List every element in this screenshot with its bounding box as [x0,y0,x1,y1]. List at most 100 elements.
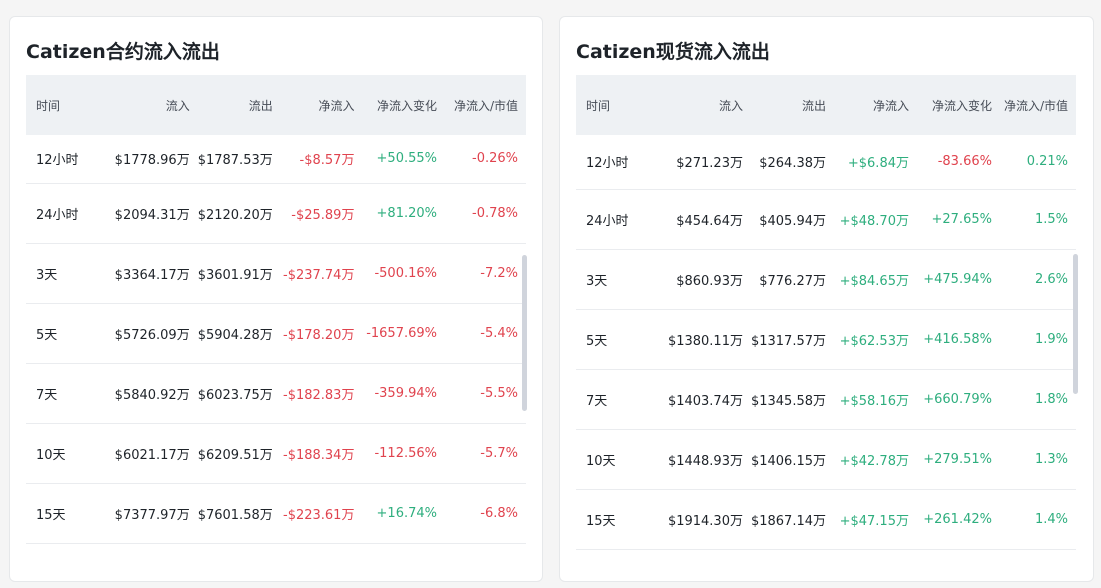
cell-outflow: $3601.91万 [197,243,281,304]
cell-netflow: -$188.34万 [280,423,363,484]
table-row: 7天 $5840.92万 $6023.75万 -$182.83万 -359.94… [26,363,526,424]
header-netflow: 净流入 [872,98,909,113]
cell-time: 3天 [26,243,101,304]
cell-inflow: $454.64万 [651,189,751,250]
header-netflow-marketcap: 净流入/市值 [1003,98,1068,113]
cell-inflow: $1914.30万 [651,489,751,550]
spot-flow-table-scroll[interactable]: 时间 流入 流出 净流入 净流入变化 净流入/市值 12小时 $271.23万 … [576,75,1076,565]
table-row: 5天 $1380.11万 $1317.57万 +$62.53万 +416.58%… [576,309,1076,370]
cell-time: 3天 [576,249,652,310]
contract-flow-card: Catizen合约流入流出 时间 流入 流出 净流入 净流入变化 净流入/市值 … [9,16,543,582]
cell-time: 24小时 [576,189,652,250]
cell-inflow: $1403.74万 [651,369,751,430]
spot-flow-card: Catizen现货流入流出 时间 流入 流出 净流入 净流入变化 净流入/市值 … [559,16,1094,582]
cell-inflow: $1380.11万 [651,309,751,370]
cell-inflow: $3364.17万 [100,243,198,304]
cell-netflow-change: +16.74% [362,483,445,544]
cell-netflow-change: -83.66% [916,135,1000,190]
cell-inflow: $271.23万 [651,135,751,190]
cell-inflow: $5726.09万 [100,303,198,364]
cell-netflow-marketcap: -5.5% [445,363,526,424]
cell-netflow-marketcap: 1.3% [999,429,1076,490]
cell-outflow: $776.27万 [750,249,834,310]
cell-netflow-marketcap: 1.9% [999,309,1076,370]
vertical-scrollbar[interactable] [1073,254,1078,394]
cell-netflow-change: +416.58% [916,309,1000,370]
cell-netflow-change: -500.16% [362,243,445,304]
cell-netflow-change: -359.94% [362,363,445,424]
cell-netflow: +$42.78万 [834,429,917,490]
cell-outflow: $1345.58万 [750,369,834,430]
cell-outflow: $264.38万 [750,135,834,190]
cell-netflow-marketcap: 0.21% [999,135,1076,190]
cell-netflow-change: +660.79% [916,369,1000,430]
cell-netflow-change: +27.65% [916,189,1000,250]
cell-netflow: +$6.84万 [834,135,917,190]
cell-netflow: -$8.57万 [280,135,363,184]
cell-netflow: -$182.83万 [280,363,363,424]
cell-time: 12小时 [26,135,101,184]
cell-outflow: $1787.53万 [197,135,281,184]
table-header-row: 时间 流入 流出 净流入 净流入变化 净流入/市值 [576,75,1076,135]
cell-netflow-change: -1657.69% [362,303,445,364]
cell-netflow-marketcap: 1.5% [999,189,1076,250]
cell-netflow-change: +261.42% [916,489,1000,550]
table-row: 10天 $6021.17万 $6209.51万 -$188.34万 -112.5… [26,423,526,484]
cell-netflow: +$84.65万 [834,249,917,310]
cell-netflow: +$62.53万 [834,309,917,370]
cell-netflow-marketcap: 1.4% [999,489,1076,550]
cell-inflow: $6021.17万 [100,423,198,484]
table-row: 10天 $1448.93万 $1406.15万 +$42.78万 +279.51… [576,429,1076,490]
spot-flow-title: Catizen现货流入流出 [576,41,770,63]
cell-time: 10天 [26,423,101,484]
cell-time: 24小时 [26,183,101,244]
cell-netflow: +$58.16万 [834,369,917,430]
cell-netflow: -$25.89万 [280,183,363,244]
cell-outflow: $5904.28万 [197,303,281,364]
header-inflow: 流入 [165,98,190,113]
cell-netflow-change: +279.51% [916,429,1000,490]
header-netflow-marketcap: 净流入/市值 [453,98,518,113]
contract-flow-table-scroll[interactable]: 时间 流入 流出 净流入 净流入变化 净流入/市值 12小时 $1778.96万… [26,75,526,565]
cell-outflow: $6023.75万 [197,363,281,424]
cell-netflow-marketcap: -0.78% [445,183,526,244]
cell-inflow: $5840.92万 [100,363,198,424]
contract-flow-title: Catizen合约流入流出 [26,41,220,63]
cell-netflow-marketcap: -6.8% [445,483,526,544]
spot-flow-table: 时间 流入 流出 净流入 净流入变化 净流入/市值 12小时 $271.23万 … [576,75,1076,550]
vertical-scrollbar[interactable] [522,255,527,411]
cell-time: 15天 [576,489,652,550]
table-row: 15天 $1914.30万 $1867.14万 +$47.15万 +261.42… [576,489,1076,550]
table-row: 12小时 $271.23万 $264.38万 +$6.84万 -83.66% 0… [576,135,1076,190]
cell-netflow-marketcap: -5.4% [445,303,526,364]
cell-inflow: $2094.31万 [100,183,198,244]
table-row: 12小时 $1778.96万 $1787.53万 -$8.57万 +50.55%… [26,135,526,184]
cell-time: 5天 [576,309,652,370]
cell-netflow: +$48.70万 [834,189,917,250]
cell-netflow-marketcap: -5.7% [445,423,526,484]
cell-time: 5天 [26,303,101,364]
table-row: 15天 $7377.97万 $7601.58万 -$223.61万 +16.74… [26,483,526,544]
table-row: 24小时 $2094.31万 $2120.20万 -$25.89万 +81.20… [26,183,526,244]
cell-outflow: $2120.20万 [197,183,281,244]
cell-time: 7天 [26,363,101,424]
cell-netflow: -$237.74万 [280,243,363,304]
header-time: 时间 [36,98,61,113]
cell-time: 7天 [576,369,652,430]
table-row: 24小时 $454.64万 $405.94万 +$48.70万 +27.65% … [576,189,1076,250]
table-row: 5天 $5726.09万 $5904.28万 -$178.20万 -1657.6… [26,303,526,364]
table-row: 7天 $1403.74万 $1345.58万 +$58.16万 +660.79%… [576,369,1076,430]
cell-time: 10天 [576,429,652,490]
header-outflow: 流出 [248,98,273,113]
cell-netflow-marketcap: -7.2% [445,243,526,304]
cell-netflow-change: +475.94% [916,249,1000,310]
contract-flow-table: 时间 流入 流出 净流入 净流入变化 净流入/市值 12小时 $1778.96万… [26,75,526,544]
cell-outflow: $1406.15万 [750,429,834,490]
cell-outflow: $405.94万 [750,189,834,250]
header-outflow: 流出 [801,98,826,113]
header-inflow: 流入 [718,98,743,113]
cell-inflow: $7377.97万 [100,483,198,544]
cell-outflow: $7601.58万 [197,483,281,544]
cell-time: 15天 [26,483,101,544]
cell-netflow: -$223.61万 [280,483,363,544]
